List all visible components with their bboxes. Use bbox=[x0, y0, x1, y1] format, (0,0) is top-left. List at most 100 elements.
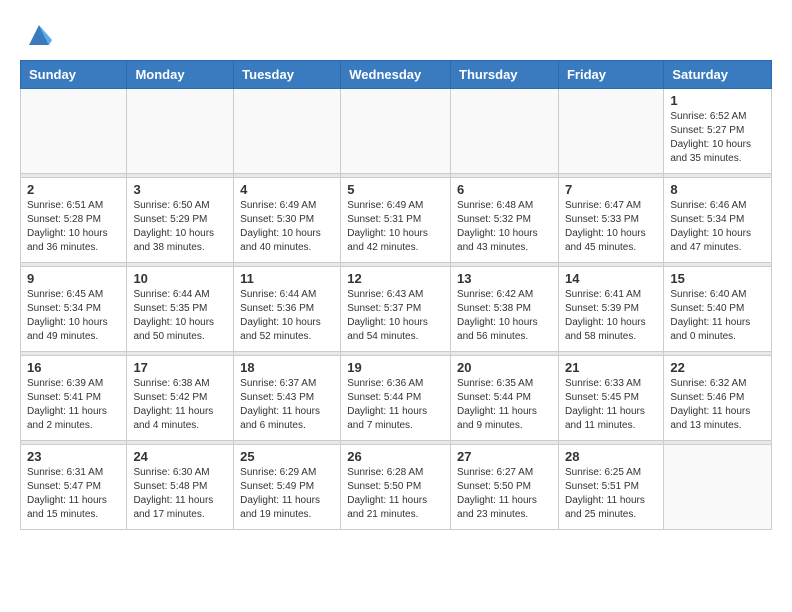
day-number: 27 bbox=[457, 449, 552, 464]
calendar-week-3: 9 Sunrise: 6:45 AMSunset: 5:34 PMDaylight… bbox=[21, 267, 772, 352]
day-info: Sunrise: 6:38 AMSunset: 5:42 PMDaylight:… bbox=[133, 377, 227, 433]
day-info: Sunrise: 6:51 AMSunset: 5:28 PMDaylight:… bbox=[27, 199, 120, 255]
calendar-week-1: 1 Sunrise: 6:52 AMSunset: 5:27 PMDaylight… bbox=[21, 89, 772, 174]
calendar-cell: 28 Sunrise: 6:25 AMSunset: 5:51 PMDayligh… bbox=[558, 445, 663, 530]
weekday-header-friday: Friday bbox=[558, 61, 663, 89]
weekday-header-wednesday: Wednesday bbox=[341, 61, 451, 89]
calendar-cell: 1 Sunrise: 6:52 AMSunset: 5:27 PMDaylight… bbox=[664, 89, 772, 174]
day-number: 20 bbox=[457, 360, 552, 375]
calendar-cell: 22 Sunrise: 6:32 AMSunset: 5:46 PMDayligh… bbox=[664, 356, 772, 441]
calendar-week-4: 16 Sunrise: 6:39 AMSunset: 5:41 PMDayligh… bbox=[21, 356, 772, 441]
calendar-cell: 10 Sunrise: 6:44 AMSunset: 5:35 PMDayligh… bbox=[127, 267, 234, 352]
day-number: 16 bbox=[27, 360, 120, 375]
day-number: 4 bbox=[240, 182, 334, 197]
day-number: 1 bbox=[670, 93, 765, 108]
day-info: Sunrise: 6:42 AMSunset: 5:38 PMDaylight:… bbox=[457, 288, 552, 344]
page-header bbox=[20, 20, 772, 50]
day-number: 11 bbox=[240, 271, 334, 286]
calendar-cell: 23 Sunrise: 6:31 AMSunset: 5:47 PMDayligh… bbox=[21, 445, 127, 530]
calendar-cell bbox=[234, 89, 341, 174]
calendar-table: SundayMondayTuesdayWednesdayThursdayFrid… bbox=[20, 60, 772, 530]
day-number: 23 bbox=[27, 449, 120, 464]
calendar-cell: 19 Sunrise: 6:36 AMSunset: 5:44 PMDayligh… bbox=[341, 356, 451, 441]
day-info: Sunrise: 6:46 AMSunset: 5:34 PMDaylight:… bbox=[670, 199, 765, 255]
day-info: Sunrise: 6:40 AMSunset: 5:40 PMDaylight:… bbox=[670, 288, 765, 344]
calendar-cell: 6 Sunrise: 6:48 AMSunset: 5:32 PMDaylight… bbox=[451, 178, 559, 263]
day-info: Sunrise: 6:49 AMSunset: 5:31 PMDaylight:… bbox=[347, 199, 444, 255]
calendar-cell: 7 Sunrise: 6:47 AMSunset: 5:33 PMDaylight… bbox=[558, 178, 663, 263]
day-info: Sunrise: 6:31 AMSunset: 5:47 PMDaylight:… bbox=[27, 466, 120, 522]
weekday-header-tuesday: Tuesday bbox=[234, 61, 341, 89]
day-info: Sunrise: 6:45 AMSunset: 5:34 PMDaylight:… bbox=[27, 288, 120, 344]
weekday-header-thursday: Thursday bbox=[451, 61, 559, 89]
day-number: 10 bbox=[133, 271, 227, 286]
day-info: Sunrise: 6:44 AMSunset: 5:35 PMDaylight:… bbox=[133, 288, 227, 344]
day-info: Sunrise: 6:50 AMSunset: 5:29 PMDaylight:… bbox=[133, 199, 227, 255]
calendar-cell: 27Sunrise: 6:27 AMSunset: 5:50 PMDayligh… bbox=[451, 445, 559, 530]
calendar-cell: 26 Sunrise: 6:28 AMSunset: 5:50 PMDayligh… bbox=[341, 445, 451, 530]
logo-icon bbox=[24, 20, 54, 50]
day-number: 13 bbox=[457, 271, 552, 286]
calendar-cell bbox=[558, 89, 663, 174]
calendar-cell bbox=[21, 89, 127, 174]
calendar-cell: 12 Sunrise: 6:43 AMSunset: 5:37 PMDayligh… bbox=[341, 267, 451, 352]
weekday-header-saturday: Saturday bbox=[664, 61, 772, 89]
calendar-cell: 2 Sunrise: 6:51 AMSunset: 5:28 PMDaylight… bbox=[21, 178, 127, 263]
day-info: Sunrise: 6:44 AMSunset: 5:36 PMDaylight:… bbox=[240, 288, 334, 344]
day-number: 3 bbox=[133, 182, 227, 197]
day-number: 17 bbox=[133, 360, 227, 375]
day-info: Sunrise: 6:43 AMSunset: 5:37 PMDaylight:… bbox=[347, 288, 444, 344]
calendar-cell: 21Sunrise: 6:33 AMSunset: 5:45 PMDayligh… bbox=[558, 356, 663, 441]
calendar-cell: 14 Sunrise: 6:41 AMSunset: 5:39 PMDayligh… bbox=[558, 267, 663, 352]
weekday-header-monday: Monday bbox=[127, 61, 234, 89]
day-info: Sunrise: 6:32 AMSunset: 5:46 PMDaylight:… bbox=[670, 377, 765, 433]
calendar-cell bbox=[127, 89, 234, 174]
calendar-cell: 4Sunrise: 6:49 AMSunset: 5:30 PMDaylight… bbox=[234, 178, 341, 263]
day-number: 5 bbox=[347, 182, 444, 197]
day-number: 9 bbox=[27, 271, 120, 286]
calendar-cell: 24 Sunrise: 6:30 AMSunset: 5:48 PMDayligh… bbox=[127, 445, 234, 530]
day-number: 21 bbox=[565, 360, 657, 375]
day-number: 15 bbox=[670, 271, 765, 286]
calendar-cell bbox=[451, 89, 559, 174]
day-info: Sunrise: 6:47 AMSunset: 5:33 PMDaylight:… bbox=[565, 199, 657, 255]
day-info: Sunrise: 6:37 AMSunset: 5:43 PMDaylight:… bbox=[240, 377, 334, 433]
calendar-cell bbox=[664, 445, 772, 530]
day-info: Sunrise: 6:28 AMSunset: 5:50 PMDaylight:… bbox=[347, 466, 444, 522]
day-info: Sunrise: 6:39 AMSunset: 5:41 PMDaylight:… bbox=[27, 377, 120, 433]
logo bbox=[20, 20, 54, 50]
calendar-cell: 5 Sunrise: 6:49 AMSunset: 5:31 PMDaylight… bbox=[341, 178, 451, 263]
day-number: 7 bbox=[565, 182, 657, 197]
day-number: 25 bbox=[240, 449, 334, 464]
calendar-cell: 11 Sunrise: 6:44 AMSunset: 5:36 PMDayligh… bbox=[234, 267, 341, 352]
calendar-cell: 3 Sunrise: 6:50 AMSunset: 5:29 PMDaylight… bbox=[127, 178, 234, 263]
day-number: 26 bbox=[347, 449, 444, 464]
calendar-cell bbox=[341, 89, 451, 174]
day-number: 19 bbox=[347, 360, 444, 375]
calendar-week-2: 2 Sunrise: 6:51 AMSunset: 5:28 PMDaylight… bbox=[21, 178, 772, 263]
day-info: Sunrise: 6:48 AMSunset: 5:32 PMDaylight:… bbox=[457, 199, 552, 255]
day-info: Sunrise: 6:52 AMSunset: 5:27 PMDaylight:… bbox=[670, 110, 765, 166]
day-number: 14 bbox=[565, 271, 657, 286]
weekday-header-sunday: Sunday bbox=[21, 61, 127, 89]
day-info: Sunrise: 6:41 AMSunset: 5:39 PMDaylight:… bbox=[565, 288, 657, 344]
day-number: 28 bbox=[565, 449, 657, 464]
weekday-header-row: SundayMondayTuesdayWednesdayThursdayFrid… bbox=[21, 61, 772, 89]
day-info: Sunrise: 6:36 AMSunset: 5:44 PMDaylight:… bbox=[347, 377, 444, 433]
day-number: 6 bbox=[457, 182, 552, 197]
day-number: 2 bbox=[27, 182, 120, 197]
day-info: Sunrise: 6:25 AMSunset: 5:51 PMDaylight:… bbox=[565, 466, 657, 522]
calendar-cell: 13 Sunrise: 6:42 AMSunset: 5:38 PMDayligh… bbox=[451, 267, 559, 352]
calendar-week-5: 23 Sunrise: 6:31 AMSunset: 5:47 PMDayligh… bbox=[21, 445, 772, 530]
calendar-cell: 8Sunrise: 6:46 AMSunset: 5:34 PMDaylight… bbox=[664, 178, 772, 263]
calendar-cell: 9 Sunrise: 6:45 AMSunset: 5:34 PMDaylight… bbox=[21, 267, 127, 352]
day-info: Sunrise: 6:29 AMSunset: 5:49 PMDaylight:… bbox=[240, 466, 334, 522]
day-number: 12 bbox=[347, 271, 444, 286]
day-number: 24 bbox=[133, 449, 227, 464]
calendar-cell: 17 Sunrise: 6:38 AMSunset: 5:42 PMDayligh… bbox=[127, 356, 234, 441]
calendar-cell: 20Sunrise: 6:35 AMSunset: 5:44 PMDayligh… bbox=[451, 356, 559, 441]
day-number: 22 bbox=[670, 360, 765, 375]
day-info: Sunrise: 6:30 AMSunset: 5:48 PMDaylight:… bbox=[133, 466, 227, 522]
calendar-cell: 16 Sunrise: 6:39 AMSunset: 5:41 PMDayligh… bbox=[21, 356, 127, 441]
calendar-cell: 25 Sunrise: 6:29 AMSunset: 5:49 PMDayligh… bbox=[234, 445, 341, 530]
